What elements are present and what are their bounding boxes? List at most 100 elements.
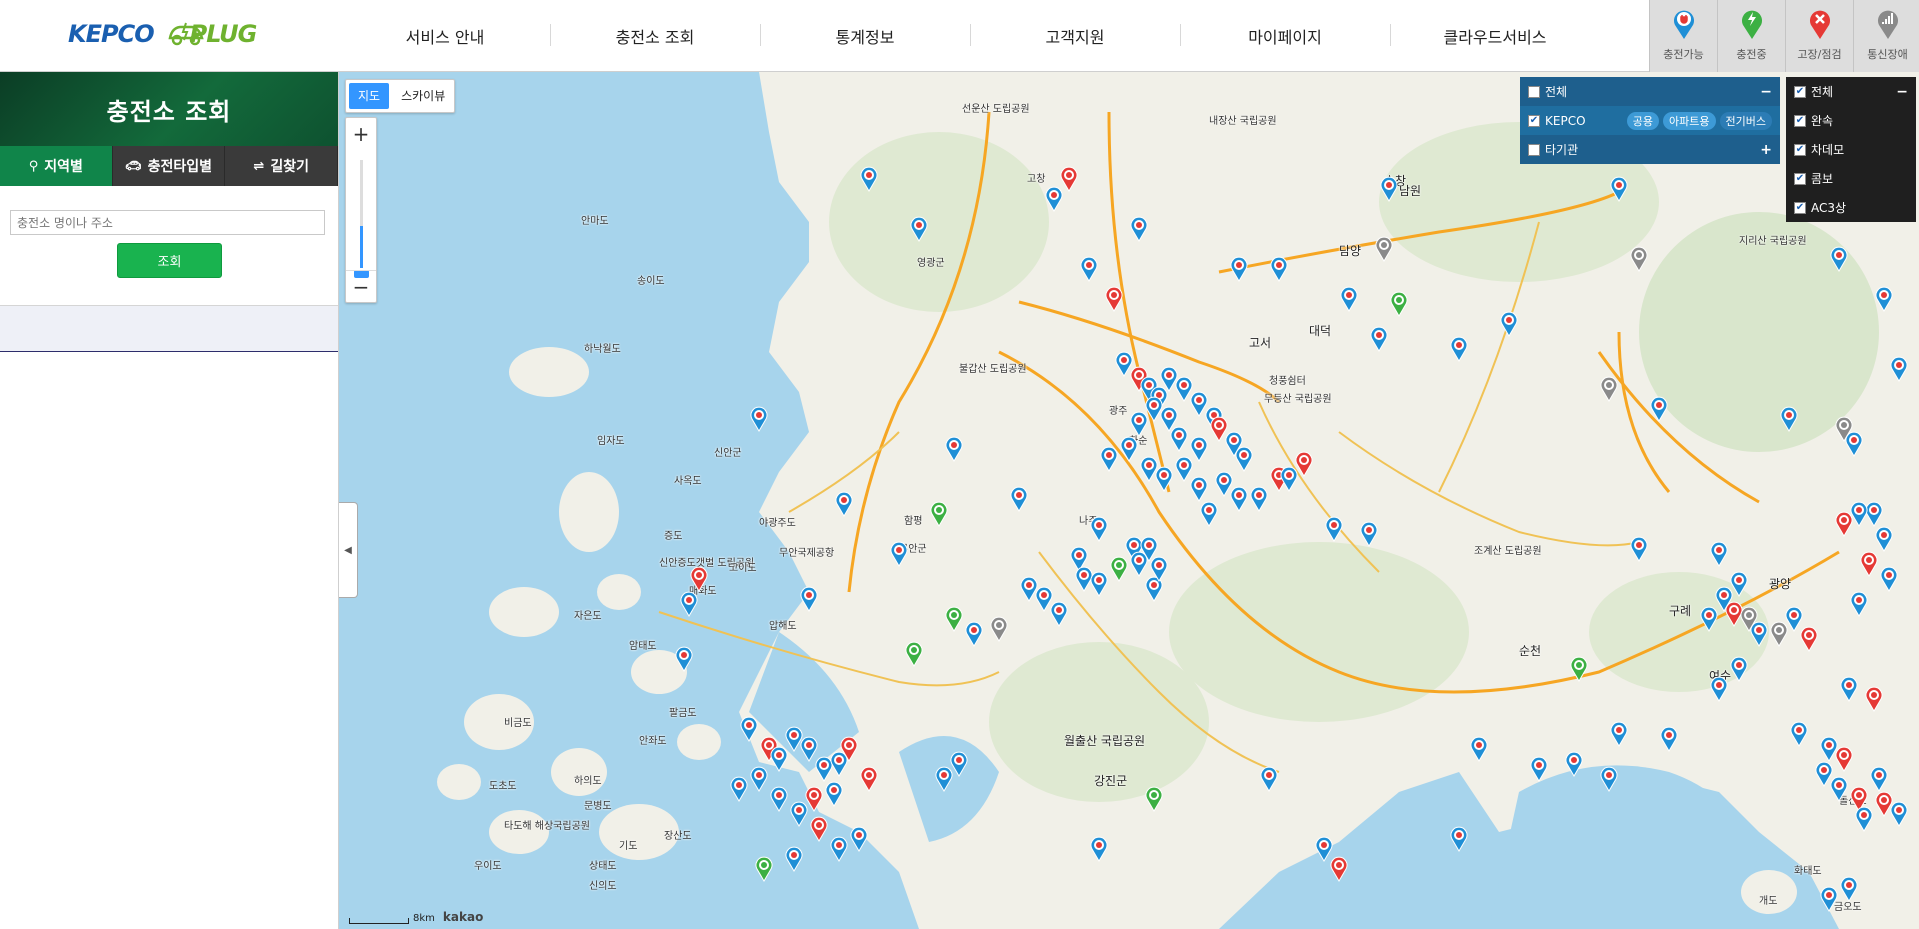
- pin-available-icon[interactable]: [1360, 521, 1378, 547]
- pin-charging-icon[interactable]: [1145, 786, 1163, 812]
- pin-available-icon[interactable]: [680, 591, 698, 617]
- pin-available-icon[interactable]: [950, 751, 968, 777]
- pin-available-icon[interactable]: [1880, 566, 1898, 592]
- zoom-out-button[interactable]: −: [346, 270, 376, 302]
- pin-available-icon[interactable]: [1325, 516, 1343, 542]
- search-button[interactable]: 조회: [117, 243, 222, 278]
- pin-available-icon[interactable]: [1120, 436, 1138, 462]
- pin-available-icon[interactable]: [1855, 806, 1873, 832]
- pin-charging-icon[interactable]: [1570, 656, 1588, 682]
- nav-statistics[interactable]: 통계정보: [760, 24, 970, 48]
- pin-available-icon[interactable]: [910, 216, 928, 242]
- pin-available-icon[interactable]: [835, 491, 853, 517]
- pin-available-icon[interactable]: [1840, 876, 1858, 902]
- filter-type-all-checkbox[interactable]: ✔: [1794, 85, 1806, 98]
- filter-kepco-checkbox[interactable]: ✔: [1528, 114, 1540, 127]
- pin-available-icon[interactable]: [1790, 721, 1808, 747]
- sidebar-collapse-toggle[interactable]: ◀: [339, 502, 358, 598]
- pin-available-icon[interactable]: [1710, 676, 1728, 702]
- pin-available-icon[interactable]: [1610, 721, 1628, 747]
- filter-type-combo-row[interactable]: ✔ 콤보: [1786, 164, 1916, 193]
- pin-available-icon[interactable]: [1870, 766, 1888, 792]
- pin-available-icon[interactable]: [1840, 676, 1858, 702]
- pin-available-icon[interactable]: [1715, 586, 1733, 612]
- collapse-icon[interactable]: −: [1896, 84, 1908, 100]
- pin-available-icon[interactable]: [1710, 541, 1728, 567]
- tab-charger-type[interactable]: 🚗︎ 충전타입별: [112, 146, 226, 186]
- pin-available-icon[interactable]: [1730, 656, 1748, 682]
- pin-available-icon[interactable]: [1650, 396, 1668, 422]
- pin-available-icon[interactable]: [675, 646, 693, 672]
- pin-available-icon[interactable]: [1845, 431, 1863, 457]
- filter-type-slow-checkbox[interactable]: ✔: [1794, 114, 1806, 127]
- kepco-plug-logo[interactable]: KEPCO PLUG: [68, 18, 257, 50]
- filter-type-chademo-row[interactable]: ✔ 차데모: [1786, 135, 1916, 164]
- pin-available-icon[interactable]: [1830, 246, 1848, 272]
- pin-available-icon[interactable]: [1380, 176, 1398, 202]
- nav-customer-support[interactable]: 고객지원: [970, 24, 1180, 48]
- legend-comm-error[interactable]: 통신장애: [1853, 0, 1919, 72]
- pin-available-icon[interactable]: [1130, 551, 1148, 577]
- pin-available-icon[interactable]: [1340, 286, 1358, 312]
- pin-available-icon[interactable]: [1190, 476, 1208, 502]
- pin-available-icon[interactable]: [1150, 556, 1168, 582]
- nav-cloud-service[interactable]: 클라우드서비스: [1390, 24, 1600, 48]
- pin-broken-icon[interactable]: [1295, 451, 1313, 477]
- filter-other-row[interactable]: 타기관 +: [1520, 135, 1780, 164]
- pin-broken-icon[interactable]: [1330, 856, 1348, 882]
- pin-broken-icon[interactable]: [690, 566, 708, 592]
- nav-station-search[interactable]: 충전소 조회: [550, 24, 760, 48]
- collapse-icon[interactable]: −: [1760, 84, 1772, 100]
- pin-broken-icon[interactable]: [1860, 551, 1878, 577]
- pin-available-icon[interactable]: [1530, 756, 1548, 782]
- kepco-tag-ebus[interactable]: 전기버스: [1719, 111, 1772, 130]
- pin-available-icon[interactable]: [965, 621, 983, 647]
- pin-available-icon[interactable]: [1660, 726, 1678, 752]
- pin-available-icon[interactable]: [1450, 826, 1468, 852]
- pin-broken-icon[interactable]: [860, 766, 878, 792]
- pin-available-icon[interactable]: [825, 781, 843, 807]
- map-view[interactable]: 선운산 도립공원 내장산 국립공원 고창 안마도 송이도 영광군 하낙월도 불갑산 도립공원 임…: [339, 72, 1919, 929]
- pin-available-icon[interactable]: [1500, 311, 1518, 337]
- pin-available-icon[interactable]: [1890, 356, 1908, 382]
- filter-kepco-row[interactable]: ✔ KEPCO 공용 아파트용 전기버스: [1520, 106, 1780, 135]
- pin-available-icon[interactable]: [1010, 486, 1028, 512]
- filter-other-checkbox[interactable]: [1528, 143, 1540, 156]
- pin-available-icon[interactable]: [800, 586, 818, 612]
- kepco-tag-apartment[interactable]: 아파트용: [1663, 111, 1716, 130]
- pin-available-icon[interactable]: [1470, 736, 1488, 762]
- pin-available-icon[interactable]: [770, 746, 788, 772]
- legend-broken[interactable]: 고장/점검: [1785, 0, 1853, 72]
- pin-available-icon[interactable]: [1090, 571, 1108, 597]
- pin-available-icon[interactable]: [1610, 176, 1628, 202]
- pin-available-icon[interactable]: [1565, 751, 1583, 777]
- pin-available-icon[interactable]: [1270, 256, 1288, 282]
- pin-available-icon[interactable]: [1250, 486, 1268, 512]
- nav-my-page[interactable]: 마이페이지: [1180, 24, 1390, 48]
- pin-comm-error-icon[interactable]: [990, 616, 1008, 642]
- station-search-input[interactable]: [10, 210, 325, 235]
- pin-broken-icon[interactable]: [810, 816, 828, 842]
- filter-type-ac3-checkbox[interactable]: ✔: [1794, 201, 1806, 214]
- pin-available-icon[interactable]: [1600, 766, 1618, 792]
- pin-available-icon[interactable]: [730, 776, 748, 802]
- pin-available-icon[interactable]: [1890, 801, 1908, 827]
- pin-available-icon[interactable]: [1170, 426, 1188, 452]
- pin-available-icon[interactable]: [890, 541, 908, 567]
- pin-available-icon[interactable]: [1820, 886, 1838, 912]
- filter-type-all-row[interactable]: ✔ 전체 −: [1786, 77, 1916, 106]
- pin-available-icon[interactable]: [1130, 216, 1148, 242]
- pin-available-icon[interactable]: [770, 786, 788, 812]
- pin-charging-icon[interactable]: [945, 606, 963, 632]
- pin-available-icon[interactable]: [1370, 326, 1388, 352]
- pin-available-icon[interactable]: [860, 166, 878, 192]
- zoom-in-button[interactable]: +: [346, 118, 376, 150]
- pin-available-icon[interactable]: [1155, 466, 1173, 492]
- pin-charging-icon[interactable]: [930, 501, 948, 527]
- pin-available-icon[interactable]: [1235, 446, 1253, 472]
- pin-broken-icon[interactable]: [1835, 746, 1853, 772]
- legend-available[interactable]: 충전가능: [1649, 0, 1717, 72]
- pin-available-icon[interactable]: [750, 406, 768, 432]
- pin-available-icon[interactable]: [1450, 336, 1468, 362]
- filter-type-combo-checkbox[interactable]: ✔: [1794, 172, 1806, 185]
